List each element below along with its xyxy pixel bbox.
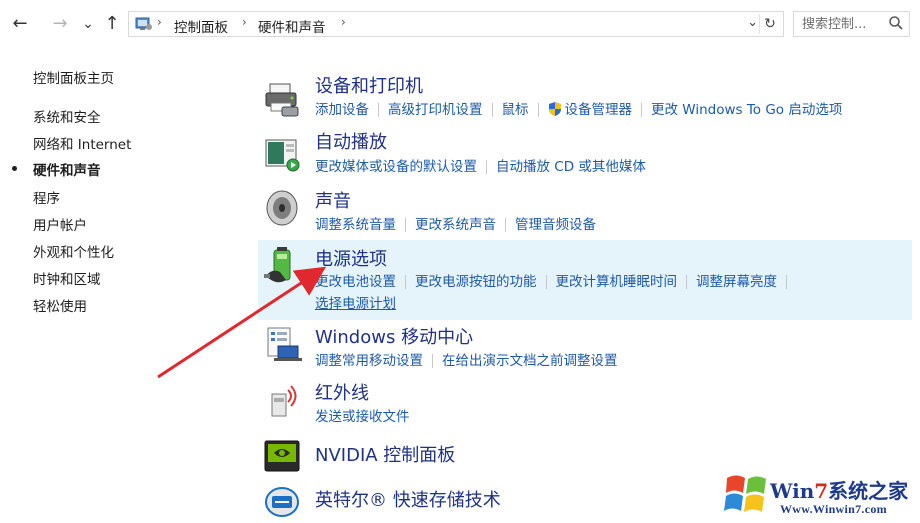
watermark-logo: Win7系统之家 Www.Winwin7.com — [720, 468, 920, 523]
watermark-brand-7: 7 — [814, 479, 829, 503]
watermark-brand: Win7系统之家 — [770, 475, 908, 504]
watermark-url: Www.Winwin7.com — [780, 502, 887, 516]
watermark-brand-win: Win — [770, 479, 815, 503]
windows-logo-icon — [724, 475, 766, 512]
red-arrow-annotation — [157, 266, 327, 379]
watermark-brand-cn: 系统之家 — [828, 479, 909, 503]
